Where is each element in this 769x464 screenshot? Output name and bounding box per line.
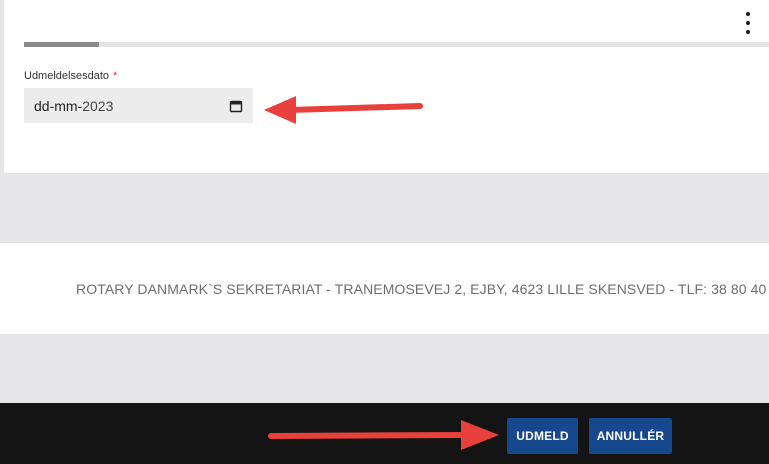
date-input[interactable]: dd-mm-2023: [24, 88, 253, 123]
annotation-arrow-date: [264, 96, 423, 124]
date-year: 2023: [82, 97, 114, 114]
date-label-text: Udmeldelsesdato: [24, 70, 109, 82]
footer-address: ROTARY DANMARK`S SEKRETARIAT - TRANEMOSE…: [76, 281, 769, 297]
date-placeholder: dd-mm-: [34, 97, 83, 114]
date-field-label: Udmeldelsesdato *: [24, 70, 117, 82]
calendar-icon[interactable]: [229, 99, 243, 113]
annotation-arrow-udmeld: [268, 420, 499, 450]
udmeld-button[interactable]: UDMELD: [507, 418, 578, 454]
date-value: dd-mm-2023: [34, 98, 113, 114]
more-vertical-icon[interactable]: [738, 12, 758, 34]
progress-bar-fill: [24, 42, 99, 47]
progress-bar: [24, 42, 769, 47]
form-card: Udmeldelsesdato * dd-mm-2023: [4, 0, 769, 173]
annuller-button[interactable]: ANNULLÉR: [589, 418, 672, 454]
required-mark: *: [113, 70, 118, 82]
